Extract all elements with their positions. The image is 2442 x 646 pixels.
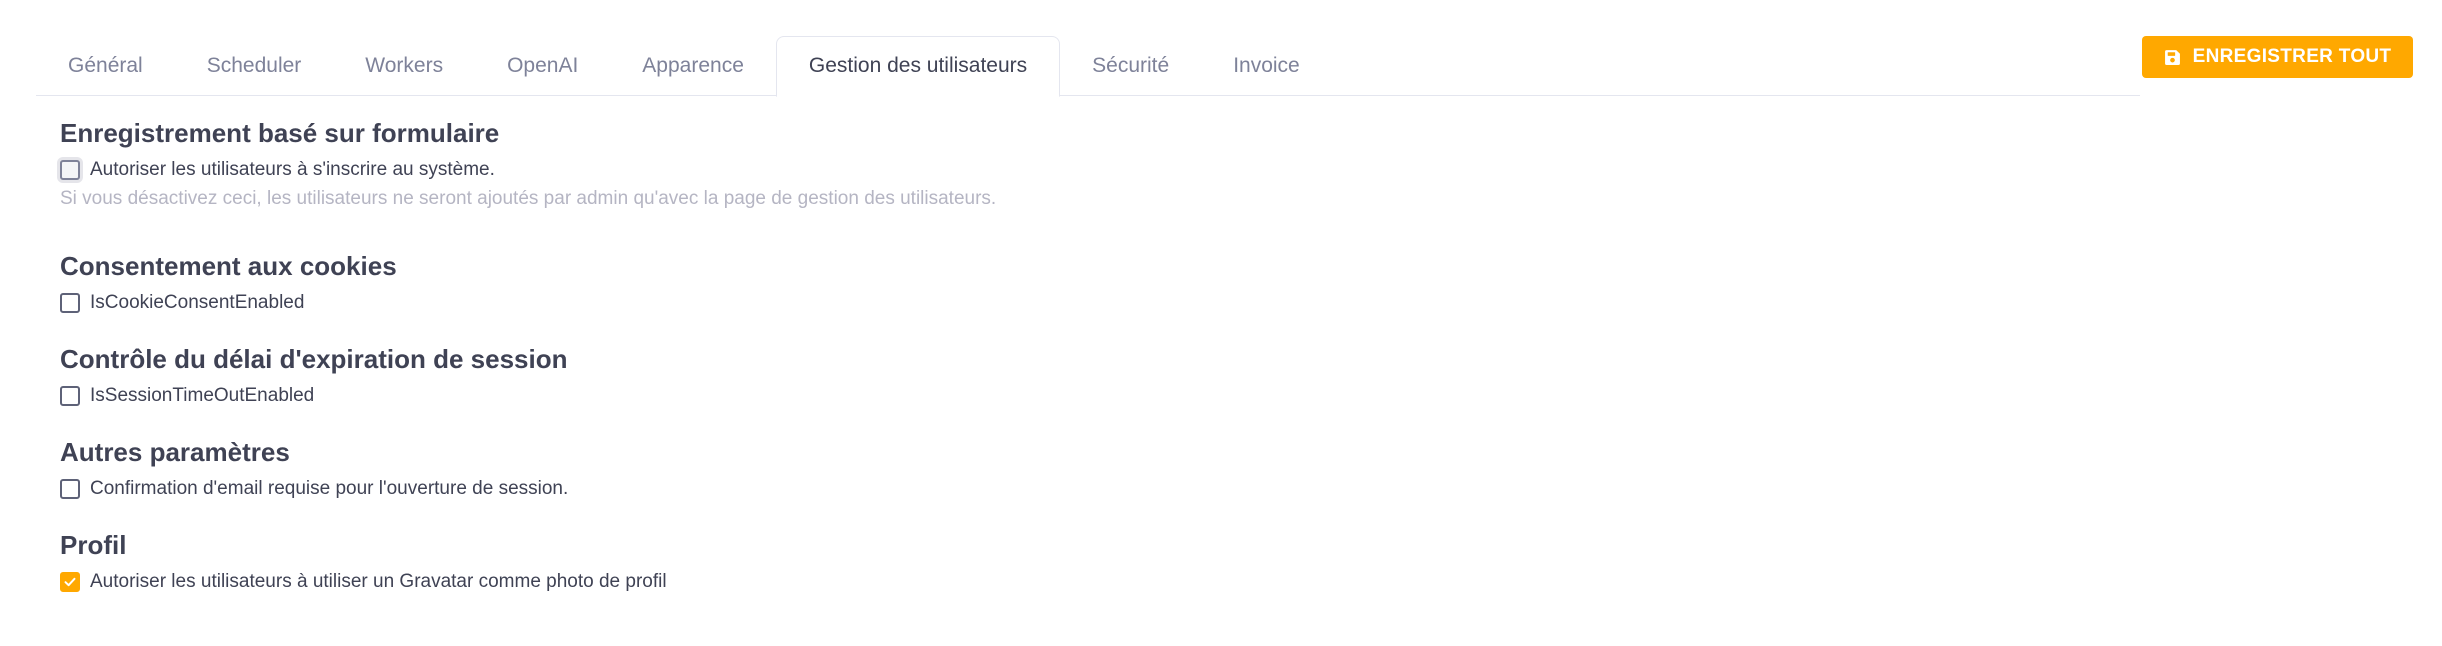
allow-self-registration-label: Autoriser les utilisateurs à s'inscrire … bbox=[90, 159, 495, 180]
floppy-disk-icon bbox=[2164, 49, 2181, 66]
section-cookie-consent: Consentement aux cookies IsCookieConsent… bbox=[60, 245, 397, 319]
section-title-session-timeout: Contrôle du délai d'expiration de sessio… bbox=[60, 344, 568, 374]
session-timeout-checkbox[interactable] bbox=[60, 386, 80, 406]
tab-scheduler[interactable]: Scheduler bbox=[175, 36, 334, 95]
cookie-consent-checkbox[interactable] bbox=[60, 293, 80, 313]
section-title-profile: Profil bbox=[60, 530, 127, 560]
allow-self-registration-checkbox[interactable] bbox=[60, 160, 80, 180]
cookie-consent-option[interactable]: IsCookieConsentEnabled bbox=[60, 287, 397, 319]
session-timeout-label: IsSessionTimeOutEnabled bbox=[90, 385, 315, 406]
section-other-settings: Autres paramètres Confirmation d'email r… bbox=[60, 431, 568, 505]
gravatar-label: Autoriser les utilisateurs à utiliser un… bbox=[90, 571, 667, 592]
save-all-label: ENREGISTRER TOUT bbox=[2192, 46, 2392, 67]
tab-general[interactable]: Général bbox=[36, 36, 175, 95]
email-confirmation-checkbox[interactable] bbox=[60, 479, 80, 499]
section-title-form-registration: Enregistrement basé sur formulaire bbox=[60, 118, 500, 148]
checkmark-icon bbox=[64, 577, 76, 587]
section-form-registration: Enregistrement basé sur formulaire Autor… bbox=[60, 112, 996, 210]
gravatar-option[interactable]: Autoriser les utilisateurs à utiliser un… bbox=[60, 566, 667, 598]
allow-self-registration-option[interactable]: Autoriser les utilisateurs à s'inscrire … bbox=[60, 154, 996, 186]
tab-appearance[interactable]: Apparence bbox=[610, 36, 776, 95]
tab-security[interactable]: Sécurité bbox=[1060, 36, 1201, 95]
section-session-timeout: Contrôle du délai d'expiration de sessio… bbox=[60, 338, 568, 412]
settings-tabs: Général Scheduler Workers OpenAI Apparen… bbox=[36, 36, 2140, 97]
email-confirmation-label: Confirmation d'email requise pour l'ouve… bbox=[90, 478, 569, 499]
section-profile: Profil Autoriser les utilisateurs à util… bbox=[60, 524, 667, 598]
gravatar-checkbox[interactable] bbox=[60, 572, 80, 592]
settings-page: Général Scheduler Workers OpenAI Apparen… bbox=[0, 0, 2442, 646]
section-title-other-settings: Autres paramètres bbox=[60, 437, 290, 467]
cookie-consent-label: IsCookieConsentEnabled bbox=[90, 292, 305, 313]
tab-user-management[interactable]: Gestion des utilisateurs bbox=[775, 36, 1061, 97]
email-confirmation-option[interactable]: Confirmation d'email requise pour l'ouve… bbox=[60, 473, 568, 505]
tab-openai[interactable]: OpenAI bbox=[475, 36, 610, 95]
section-title-cookie-consent: Consentement aux cookies bbox=[60, 251, 397, 281]
session-timeout-option[interactable]: IsSessionTimeOutEnabled bbox=[60, 380, 568, 412]
tab-invoice[interactable]: Invoice bbox=[1201, 36, 1332, 95]
self-registration-help-text: Si vous désactivez ceci, les utilisateur… bbox=[60, 188, 997, 209]
tab-workers[interactable]: Workers bbox=[333, 36, 475, 95]
save-all-button[interactable]: ENREGISTRER TOUT bbox=[2142, 36, 2413, 78]
